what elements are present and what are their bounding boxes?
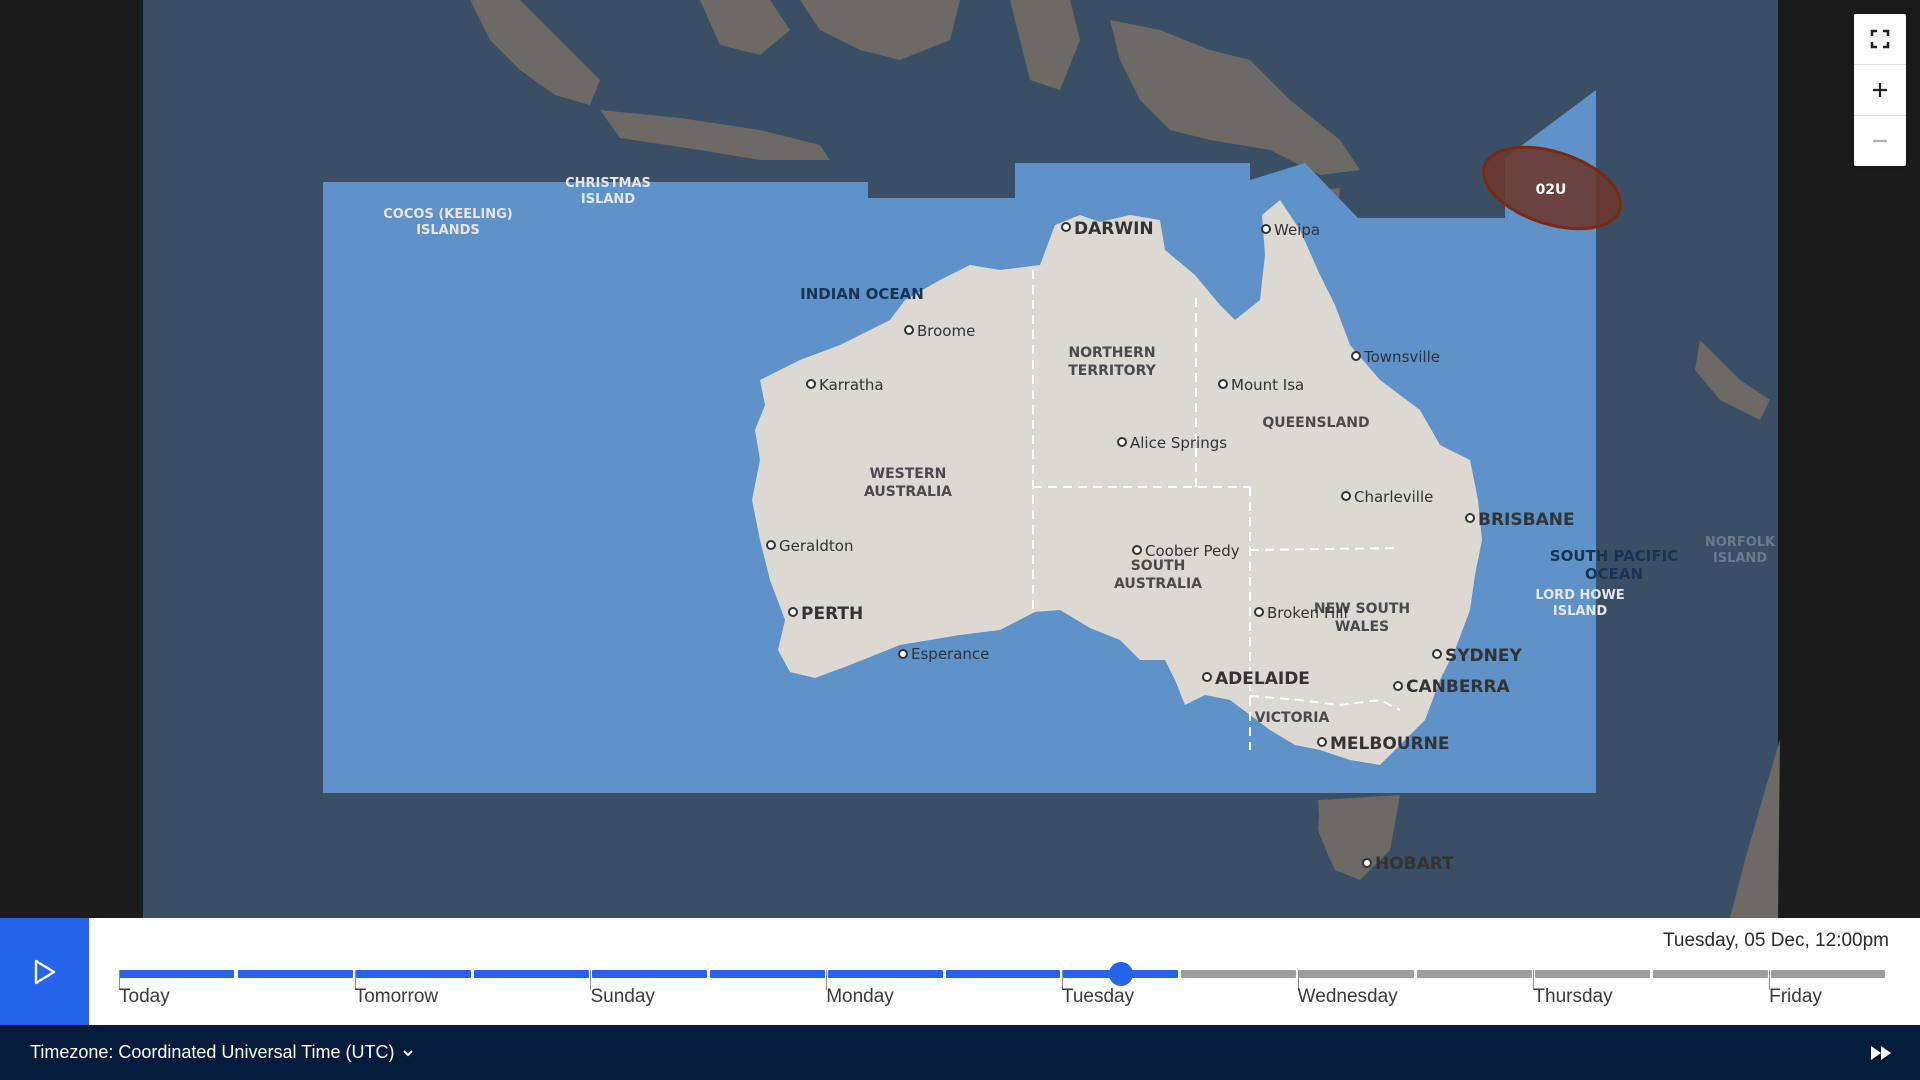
lord-howe-label-1: LORD HOWE: [1535, 588, 1624, 603]
city-mount-isa[interactable]: Mount Isa: [1218, 376, 1304, 394]
chevron-down-icon: [403, 1049, 414, 1056]
norfolk-label-1: NORFOLK: [1705, 535, 1776, 550]
timeline-segment[interactable]: [1770, 970, 1886, 978]
sa-label-1: SOUTH: [1131, 558, 1186, 574]
timeline-segment[interactable]: [827, 970, 943, 978]
timeline-segment[interactable]: [119, 970, 234, 978]
map-controls: [1854, 14, 1906, 166]
svg-text:Karratha: Karratha: [819, 376, 884, 394]
svg-text:BRISBANE: BRISBANE: [1478, 510, 1575, 530]
plus-icon: [1873, 83, 1887, 97]
svg-text:SYDNEY: SYDNEY: [1445, 646, 1523, 666]
day-label[interactable]: Wednesday: [1298, 986, 1398, 1008]
timezone-label: Timezone: Coordinated Universal Time (UT…: [30, 1042, 395, 1062]
norfolk-label-2: ISLAND: [1713, 551, 1767, 566]
map-area[interactable]: INDIAN OCEAN SOUTH PACIFIC OCEAN COCOS (…: [0, 0, 1920, 918]
city-hobart[interactable]: HOBART: [1362, 854, 1454, 874]
play-icon: [34, 959, 55, 984]
svg-text:Townsville: Townsville: [1363, 348, 1440, 366]
timeline-segment[interactable]: [238, 970, 354, 978]
nt-label-1: NORTHERN: [1068, 345, 1155, 361]
christmas-label-1: CHRISTMAS: [565, 176, 651, 191]
south-pacific-label-1: SOUTH PACIFIC: [1550, 547, 1678, 565]
christmas-label-2: ISLAND: [581, 192, 635, 207]
city-esperance[interactable]: Esperance: [898, 645, 989, 663]
city-townsville[interactable]: Townsville: [1351, 348, 1440, 366]
qld-label: QUEENSLAND: [1262, 415, 1369, 431]
timeline-segment[interactable]: [1652, 970, 1768, 978]
cocos-label-2: ISLANDS: [416, 223, 480, 238]
svg-text:Esperance: Esperance: [911, 645, 989, 663]
south-pacific-label-2: OCEAN: [1585, 565, 1643, 583]
city-coober-pedy[interactable]: Coober Pedy: [1132, 542, 1240, 560]
nt-label-2: TERRITORY: [1068, 363, 1156, 379]
svg-text:ADELAIDE: ADELAIDE: [1215, 669, 1310, 689]
city-karratha[interactable]: Karratha: [806, 376, 884, 394]
timeline-segment[interactable]: [356, 970, 472, 978]
svg-text:Geraldton: Geraldton: [779, 537, 853, 555]
svg-text:Broome: Broome: [917, 322, 975, 340]
timeline-segment[interactable]: [1417, 970, 1532, 978]
minus-icon: [1873, 139, 1887, 143]
cocos-label-1: COCOS (KEELING): [383, 207, 512, 222]
svg-text:Alice Springs: Alice Springs: [1130, 434, 1227, 452]
city-broken-hill[interactable]: Broken Hill: [1254, 604, 1348, 622]
timeline-track[interactable]: [119, 962, 1887, 990]
fast-forward-icon: [1871, 1046, 1891, 1060]
timeline-segment[interactable]: [591, 970, 707, 978]
fullscreen-button[interactable]: [1854, 14, 1906, 65]
day-label[interactable]: Thursday: [1533, 986, 1612, 1008]
day-label[interactable]: Sunday: [590, 986, 654, 1008]
wa-label-1: WESTERN: [870, 466, 947, 482]
city-darwin[interactable]: DARWIN: [1061, 219, 1154, 239]
indian-ocean-label: INDIAN OCEAN: [800, 285, 924, 303]
svg-text:PERTH: PERTH: [801, 604, 863, 624]
city-geraldton[interactable]: Geraldton: [766, 537, 853, 555]
svg-text:DARWIN: DARWIN: [1074, 219, 1154, 239]
day-label[interactable]: Tomorrow: [355, 986, 438, 1008]
play-button[interactable]: [0, 918, 89, 1025]
timezone-select[interactable]: Timezone: Coordinated Universal Time (UT…: [30, 1042, 415, 1063]
zoom-out-button[interactable]: [1854, 116, 1906, 166]
timeline: Tuesday, 05 Dec, 12:00pm Today Tomorrow Su…: [0, 918, 1920, 1025]
city-canberra[interactable]: CANBERRA: [1393, 677, 1511, 697]
svg-text:HOBART: HOBART: [1375, 854, 1454, 874]
svg-text:MELBOURNE: MELBOURNE: [1330, 734, 1450, 754]
timeline-segment[interactable]: [1534, 970, 1650, 978]
footer: Timezone: Coordinated Universal Time (UT…: [0, 1025, 1920, 1080]
cyclone-label: 02U: [1536, 182, 1567, 198]
svg-text:Charleville: Charleville: [1354, 488, 1433, 506]
city-charleville[interactable]: Charleville: [1341, 488, 1433, 506]
city-alice-springs[interactable]: Alice Springs: [1117, 434, 1227, 452]
city-sydney[interactable]: SYDNEY: [1432, 646, 1523, 666]
timeline-segment[interactable]: [1299, 970, 1415, 978]
wa-label-2: AUSTRALIA: [864, 484, 952, 500]
city-melbourne[interactable]: MELBOURNE: [1317, 734, 1450, 754]
lord-howe-label-2: ISLAND: [1553, 604, 1607, 619]
zoom-in-button[interactable]: [1854, 65, 1906, 116]
day-label[interactable]: Tuesday: [1062, 986, 1134, 1008]
timeline-scrubber[interactable]: [1109, 962, 1134, 986]
svg-text:Coober Pedy: Coober Pedy: [1145, 542, 1240, 560]
day-label[interactable]: Monday: [826, 986, 894, 1008]
day-label[interactable]: Friday: [1769, 986, 1822, 1008]
svg-text:Mount Isa: Mount Isa: [1231, 376, 1304, 394]
day-label[interactable]: Today: [119, 986, 170, 1008]
current-datetime: Tuesday, 05 Dec, 12:00pm: [1662, 930, 1889, 951]
svg-text:Broken Hill: Broken Hill: [1267, 604, 1348, 622]
sa-label-2: AUSTRALIA: [1114, 576, 1202, 592]
fast-forward-button[interactable]: [1868, 1040, 1894, 1066]
timeline-segment[interactable]: [709, 970, 825, 978]
timeline-segment[interactable]: [1181, 970, 1297, 978]
vic-label: VICTORIA: [1255, 710, 1330, 726]
timeline-segment[interactable]: [474, 970, 589, 978]
city-adelaide[interactable]: ADELAIDE: [1202, 669, 1310, 689]
timeline-segment[interactable]: [945, 970, 1061, 978]
svg-text:CANBERRA: CANBERRA: [1406, 677, 1511, 697]
svg-text:Weipa: Weipa: [1274, 221, 1320, 239]
fullscreen-icon: [1870, 29, 1890, 49]
weather-map[interactable]: INDIAN OCEAN SOUTH PACIFIC OCEAN COCOS (…: [0, 0, 1920, 918]
city-brisbane[interactable]: BRISBANE: [1465, 510, 1575, 530]
city-perth[interactable]: PERTH: [788, 604, 863, 624]
